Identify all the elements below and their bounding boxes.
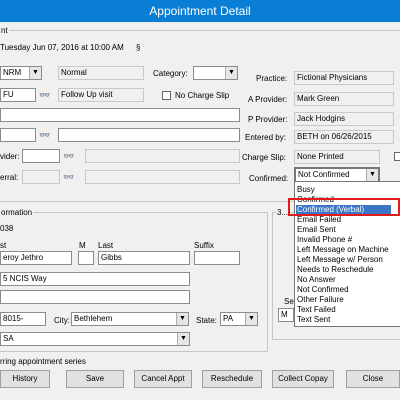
country-value: SA [3,334,14,343]
appointment-type-select[interactable]: NRM ▼ [0,66,42,80]
state-value: PA [223,314,234,323]
notes-field-1[interactable] [0,108,240,122]
address-line-2[interactable] [0,290,190,304]
entered-by-value: BETH on 06/26/2015 [294,130,394,144]
state-label: State: [196,316,217,325]
zip-field[interactable]: 8015- [0,312,46,326]
category-select[interactable]: ▼ [193,66,238,80]
practice-label: Practice: [256,74,288,83]
appointment-type-value: NRM [3,68,22,77]
referral-label: erral: [0,173,19,182]
collect-copay-button[interactable]: Collect Copay [272,370,334,388]
binoculars-icon[interactable]: 👓 [62,151,76,161]
option-left-message-person[interactable]: Left Message w/ Person [297,255,383,265]
suffix-field[interactable] [194,251,240,265]
se-label: Se [284,297,294,306]
last-name-label: Last [98,241,114,250]
appointment-group-label: nt [0,26,9,35]
save-button[interactable]: Save [66,370,124,388]
city-select[interactable]: Bethlehem ▼ [71,312,189,326]
first-name-label: st [0,241,7,250]
patient-info-label: ormation [0,208,34,217]
chevron-down-icon[interactable]: ▼ [29,67,41,79]
p-provider-value: Jack Hodgins [294,112,394,126]
visit-code-field[interactable]: FU [0,88,36,102]
provider-label: vider: [0,152,20,161]
charge-slip-label: Charge Slip: [242,153,287,162]
category-label: Category: [153,69,188,78]
city-value: Bethlehem [74,314,113,323]
reschedule-button[interactable]: Reschedule [202,370,262,388]
city-label: City: [54,316,70,325]
binoculars-icon[interactable]: 👓 [38,90,52,100]
patient-id: 038 [0,224,14,233]
last-name-field[interactable]: Gibbs [98,251,190,265]
country-select[interactable]: SA ▼ [0,332,190,346]
option-other-failure[interactable]: Other Failure [297,295,344,305]
option-email-sent[interactable]: Email Sent [297,225,336,235]
option-not-confirmed[interactable]: Not Confirmed [297,285,349,295]
section-glyph: § [136,43,141,52]
window-title: Appointment Detail [149,4,251,18]
option-email-failed[interactable]: Email Failed [297,215,341,225]
binoculars-icon[interactable]: 👓 [38,130,52,140]
suffix-label: Suffix [194,241,214,250]
appointment-type-desc: Normal [58,66,144,80]
confirmed-label: Confirmed: [249,174,289,183]
chevron-down-icon[interactable]: ▼ [225,67,237,79]
middle-initial-label: M [79,241,86,250]
a-provider-value: Mark Green [294,92,394,106]
notes-field-2[interactable] [58,128,240,142]
cancel-appt-button[interactable]: Cancel Appt [134,370,192,388]
provider-desc [85,149,240,163]
option-text-sent[interactable]: Text Sent [297,315,330,325]
title-bar: Appointment Detail [0,0,400,22]
close-button[interactable]: Close [346,370,400,388]
charge-slip-value: None Printed [294,150,380,164]
state-select[interactable]: PA ▼ [220,312,258,326]
address-line-1[interactable]: 5 NCIS Way [0,272,190,286]
chevron-down-icon[interactable]: ▼ [366,169,378,181]
charge-slip-checkbox[interactable] [394,152,400,161]
history-button[interactable]: History [0,370,50,388]
option-needs-reschedule[interactable]: Needs to Reschedule [297,265,374,275]
code-field-2[interactable] [0,128,36,142]
entered-by-label: Entered by: [245,133,286,142]
highlight-box [288,198,400,216]
referral-field[interactable] [22,170,60,184]
referral-desc [85,170,240,184]
m-box[interactable]: M [278,308,294,322]
option-no-answer[interactable]: No Answer [297,275,336,285]
no-charge-slip-checkbox[interactable] [162,91,171,100]
practice-value: Fictional Physicians [294,71,394,85]
confirmed-value: Not Confirmed [298,170,350,179]
recurring-series-label: rring appointment series [0,357,86,366]
visit-desc: Follow Up visit [58,88,144,102]
chevron-down-icon[interactable]: ▼ [245,313,257,325]
provider-field[interactable] [22,149,60,163]
p-provider-label: P Provider: [248,115,288,124]
middle-initial-field[interactable] [78,251,94,265]
binoculars-icon: 👓 [63,172,75,182]
a-provider-label: A Provider: [248,95,288,104]
option-busy[interactable]: Busy [297,185,315,195]
chevron-down-icon[interactable]: ▼ [176,313,188,325]
chevron-down-icon[interactable]: ▼ [177,333,189,345]
option-invalid-phone[interactable]: Invalid Phone # [297,235,352,245]
option-text-failed[interactable]: Text Failed [297,305,336,315]
no-charge-slip-label: No Charge Slip [175,91,230,100]
appointment-date: Tuesday Jun 07, 2016 at 10:00 AM [0,43,124,52]
option-left-message-machine[interactable]: Left Message on Machine [297,245,389,255]
first-name-field[interactable]: eroy Jethro [0,251,72,265]
